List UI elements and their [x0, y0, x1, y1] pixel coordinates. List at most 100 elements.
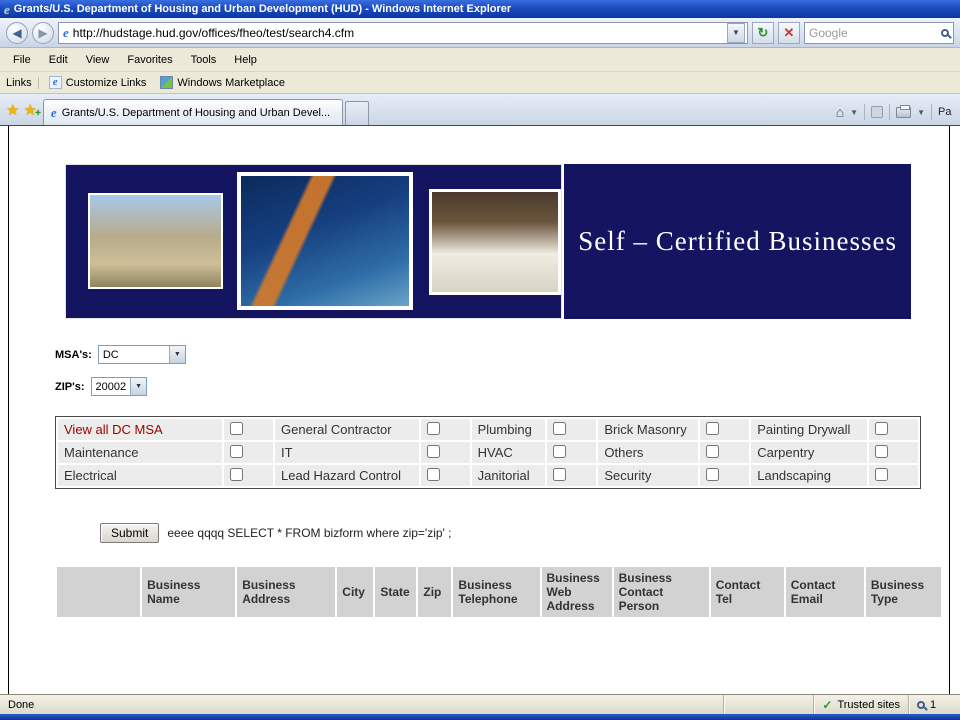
category-checkbox-cell	[547, 442, 596, 463]
link-item[interactable]: eCustomize Links	[49, 76, 147, 89]
category-table: View all DC MSAGeneral ContractorPlumbin…	[56, 417, 920, 488]
category-label: HVAC	[472, 442, 546, 463]
category-checkbox[interactable]	[427, 422, 440, 435]
category-label: General Contractor	[275, 419, 419, 440]
results-header-cell: City	[337, 567, 373, 617]
menu-help[interactable]: Help	[225, 51, 266, 69]
category-label: Others	[598, 442, 698, 463]
menu-edit[interactable]: Edit	[40, 51, 77, 69]
results-header-cell: Business Address	[237, 567, 335, 617]
links-label: Links	[6, 77, 39, 89]
stop-button[interactable]: ✕	[778, 22, 800, 44]
feeds-icon[interactable]	[871, 106, 883, 118]
menu-favorites[interactable]: Favorites	[118, 51, 181, 69]
menu-file[interactable]: File	[4, 51, 40, 69]
separator	[864, 104, 865, 120]
add-favorite-icon[interactable]: ★	[23, 101, 36, 119]
page-banner: Self – Certified Businesses	[65, 164, 911, 319]
links-items: eCustomize Links Windows Marketplace	[49, 76, 285, 89]
category-checkbox[interactable]	[427, 468, 440, 481]
category-checkbox[interactable]	[553, 422, 566, 435]
category-checkbox-cell	[224, 419, 273, 440]
security-zone-pane[interactable]: ✓ Trusted sites	[813, 695, 908, 714]
category-checkbox-cell	[700, 419, 749, 440]
category-checkbox[interactable]	[875, 422, 888, 435]
home-dropdown-icon[interactable]: ▼	[850, 108, 858, 117]
category-checkbox[interactable]	[230, 445, 243, 458]
debug-query-text: eeee qqqq SELECT * FROM bizform where zi…	[167, 526, 451, 540]
msa-selected-value: DC	[99, 349, 169, 361]
category-checkbox-cell	[700, 442, 749, 463]
results-header-cell: Contact Email	[786, 567, 864, 617]
menu-tools[interactable]: Tools	[182, 51, 226, 69]
print-icon[interactable]	[896, 107, 911, 118]
banner-photo-building	[88, 193, 223, 289]
msa-dropdown-icon[interactable]: ▼	[169, 346, 185, 363]
search-input[interactable]	[809, 26, 937, 40]
category-checkbox[interactable]	[706, 422, 719, 435]
category-checkbox[interactable]	[553, 468, 566, 481]
zip-select[interactable]: 20002 ▼	[91, 377, 148, 396]
category-checkbox[interactable]	[427, 445, 440, 458]
back-button[interactable]: ◀	[6, 22, 28, 44]
results-header-cell: State	[375, 567, 416, 617]
links-bar: Links eCustomize Links Windows Marketplac…	[0, 72, 960, 94]
status-pane-blank	[723, 695, 813, 714]
category-checkbox[interactable]	[875, 468, 888, 481]
category-checkbox-cell	[869, 419, 918, 440]
category-label: Painting Drywall	[751, 419, 867, 440]
favorites-center-icon[interactable]: ★	[6, 101, 19, 119]
address-bar: ◀ ▶ e ▼ ↻ ✕	[0, 18, 960, 48]
zoom-control[interactable]: 1	[908, 695, 960, 714]
results-header-cell: Business Type	[866, 567, 941, 617]
page-menu-button[interactable]: Pa	[938, 106, 956, 118]
submit-button[interactable]: Submit	[100, 523, 159, 543]
category-label: Janitorial	[472, 465, 546, 486]
search-icon[interactable]	[941, 29, 949, 37]
results-header-row: Business NameBusiness AddressCityStateZi…	[57, 567, 941, 617]
forward-button[interactable]: ▶	[32, 22, 54, 44]
category-checkbox[interactable]	[706, 468, 719, 481]
title-bar: e Grants/U.S. Department of Housing and …	[0, 0, 960, 18]
msa-filter-row: MSA's: DC ▼	[55, 345, 949, 364]
link-label: Windows Marketplace	[177, 77, 285, 89]
category-checkbox-cell	[547, 465, 596, 486]
category-checkbox[interactable]	[875, 445, 888, 458]
category-table-body: View all DC MSAGeneral ContractorPlumbin…	[58, 419, 918, 486]
tab-bar: ★ ★ e Grants/U.S. Department of Housing …	[0, 94, 960, 126]
category-row: MaintenanceITHVACOthersCarpentry	[58, 442, 918, 463]
link-item[interactable]: Windows Marketplace	[160, 76, 285, 89]
home-icon[interactable]: ⌂	[836, 104, 844, 120]
menu-bar: FileEditViewFavoritesToolsHelp	[0, 48, 960, 72]
refresh-button[interactable]: ↻	[752, 22, 774, 44]
category-label: Maintenance	[58, 442, 222, 463]
banner-title-panel: Self – Certified Businesses	[564, 164, 911, 319]
url-input[interactable]	[73, 26, 723, 40]
new-tab-button[interactable]	[345, 101, 369, 125]
category-checkbox-cell	[700, 465, 749, 486]
url-dropdown-icon[interactable]: ▼	[727, 23, 745, 43]
msa-select[interactable]: DC ▼	[98, 345, 186, 364]
category-checkbox-cell	[224, 442, 273, 463]
category-label: Lead Hazard Control	[275, 465, 419, 486]
category-checkbox[interactable]	[553, 445, 566, 458]
zip-dropdown-icon[interactable]: ▼	[130, 378, 146, 395]
tab-active[interactable]: e Grants/U.S. Department of Housing and …	[43, 99, 343, 125]
category-checkbox-cell	[421, 442, 470, 463]
print-dropdown-icon[interactable]: ▼	[917, 108, 925, 117]
results-header-cell: Business Telephone	[453, 567, 539, 617]
results-header-cell: Contact Tel	[711, 567, 784, 617]
window-border	[0, 714, 960, 720]
results-header-cell	[57, 567, 140, 617]
ie-logo-icon: e	[4, 3, 10, 16]
url-box: e ▼	[58, 22, 748, 44]
category-checkbox[interactable]	[706, 445, 719, 458]
page-favicon-icon: e	[63, 26, 69, 39]
menu-view[interactable]: View	[77, 51, 119, 69]
banner-photo-construction	[237, 172, 413, 310]
category-checkbox-cell	[869, 465, 918, 486]
category-checkbox[interactable]	[230, 468, 243, 481]
category-label: IT	[275, 442, 419, 463]
browser-viewport: Self – Certified Businesses MSA's: DC ▼ …	[0, 126, 960, 694]
category-checkbox[interactable]	[230, 422, 243, 435]
